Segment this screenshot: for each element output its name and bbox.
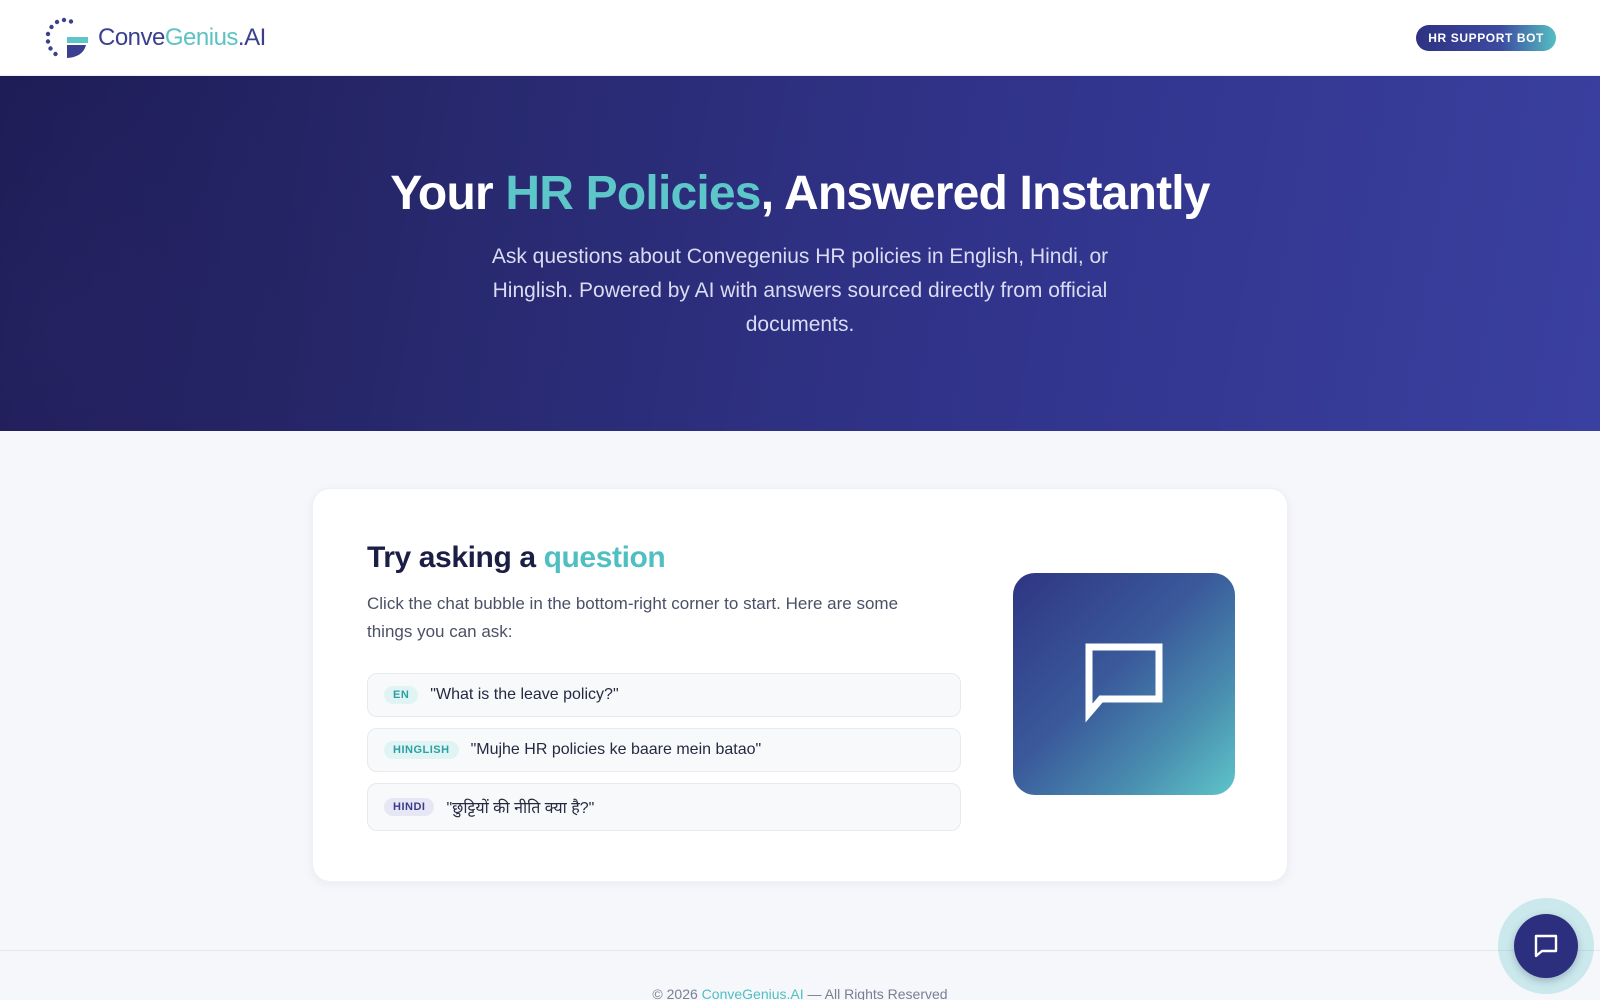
chat-bubble-icon — [1085, 643, 1163, 723]
logo-text-genius: Genius — [164, 23, 239, 51]
card-title: Try asking a question — [367, 541, 666, 575]
footer-brand-link[interactable]: ConveGenius.AI — [702, 986, 804, 1000]
hero-title-after: , Answered Instantly — [760, 167, 1211, 220]
logo-text: ConveGenius.AI — [98, 23, 266, 51]
logo[interactable]: ConveGenius.AI — [44, 17, 266, 59]
language-tag: HINDI — [384, 798, 435, 816]
card-description: Click the chat bubble in the bottom-righ… — [367, 594, 899, 641]
hero-title: Your HR Policies, Answered Instantly — [0, 166, 1600, 221]
site-header: ConveGenius.AI HR SUPPORT BOT — [0, 0, 1600, 76]
question-item-hindi[interactable]: HINDI "छुट्टियों की नीति क्या है?" — [367, 783, 961, 831]
hero-section: Your HR Policies, Answered Instantly Ask… — [0, 76, 1600, 431]
chat-illustration — [1013, 573, 1235, 795]
suggestions-card: Try asking a question Click the chat bub… — [312, 488, 1288, 882]
footer-rights: — All Rights Reserved — [803, 986, 948, 1000]
hero-subtitle: Ask questions about Convegenius HR polic… — [491, 245, 1109, 336]
card-title-accent: question — [543, 541, 666, 574]
question-text: "Mujhe HR policies ke baare mein batao" — [470, 741, 762, 758]
question-list: EN "What is the leave policy?" HINGLISH … — [367, 673, 961, 842]
chat-bubble-icon — [1534, 934, 1558, 958]
footer: © 2026 ConveGenius.AI — All Rights Reser… — [0, 986, 1600, 1000]
language-tag: EN — [384, 686, 419, 704]
hero-title-before: Your — [390, 167, 506, 220]
hero-title-accent: HR Policies — [505, 167, 761, 220]
footer-copyright: © 2026 — [652, 986, 702, 1000]
convegenius-logo-icon — [45, 17, 88, 58]
card-title-before: Try asking a — [367, 541, 544, 574]
footer-divider — [0, 950, 1600, 951]
logo-text-ai: .AI — [237, 23, 266, 51]
open-chat-button[interactable] — [1514, 914, 1578, 978]
question-item-hinglish[interactable]: HINGLISH "Mujhe HR policies ke baare mei… — [367, 728, 961, 772]
logo-text-conve: Conve — [98, 23, 165, 51]
question-text: "छुट्टियों की नीति क्या है?" — [446, 800, 595, 817]
question-text: "What is the leave policy?" — [430, 686, 619, 703]
question-item-en[interactable]: EN "What is the leave policy?" — [367, 673, 961, 717]
hr-support-bot-badge: HR SUPPORT BOT — [1416, 24, 1556, 51]
language-tag: HINGLISH — [384, 741, 459, 759]
